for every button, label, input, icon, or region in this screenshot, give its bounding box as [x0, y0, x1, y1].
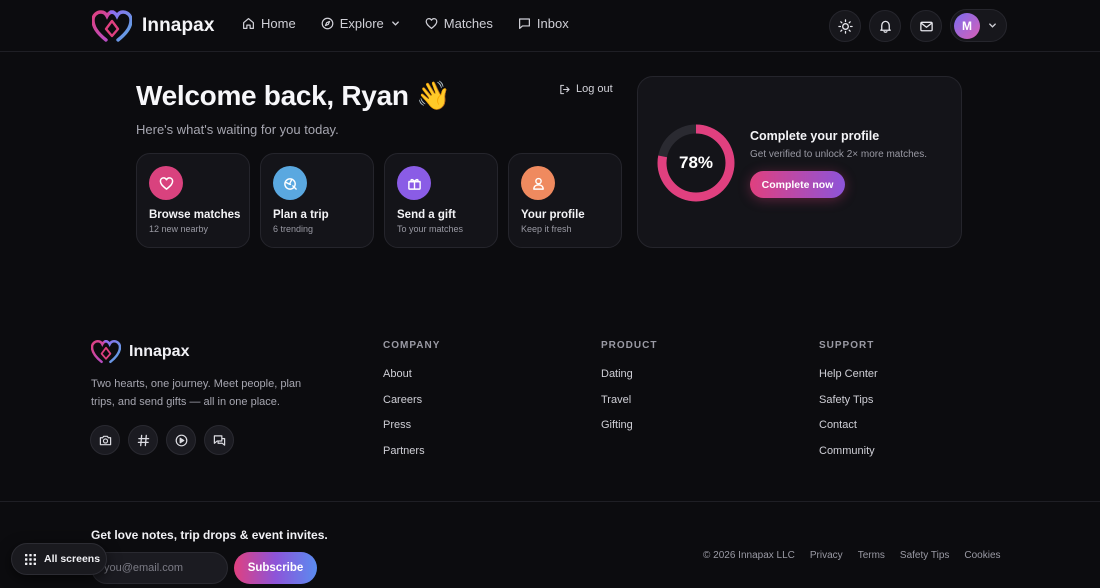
card-title: Browse matches	[149, 209, 241, 221]
page-subtitle: Here's what's waiting for you today.	[136, 122, 339, 137]
hashtag-icon	[137, 434, 149, 446]
social-community-button[interactable]	[204, 425, 234, 455]
nav-inbox-label: Inbox	[536, 16, 569, 31]
messages-button[interactable]	[910, 10, 942, 42]
subscribe-button[interactable]: Subscribe	[234, 552, 317, 584]
bell-icon	[879, 20, 891, 33]
user-icon	[532, 177, 544, 190]
legal-link-safety-tips[interactable]: Safety Tips	[900, 550, 949, 561]
chat-icon	[213, 434, 225, 446]
card-subtitle: Keep it fresh	[521, 224, 572, 234]
card-send-gift[interactable]: Send a gift To your matches	[384, 153, 498, 248]
double-heart-logo-icon	[92, 10, 132, 42]
card-subtitle: 6 trending	[273, 224, 314, 234]
legal-link-terms[interactable]: Terms	[858, 550, 885, 561]
nav-matches[interactable]: Matches	[425, 16, 493, 31]
card-browse-matches[interactable]: Browse matches 12 new nearby	[136, 153, 250, 248]
footer-link-press[interactable]: Press	[383, 419, 440, 445]
sun-icon	[837, 18, 853, 34]
heart-icon	[159, 176, 173, 190]
grid-icon	[25, 553, 36, 565]
card-title: Your profile	[521, 209, 585, 221]
footer-brand-name: Innapax	[129, 342, 190, 360]
profile-panel-title: Complete your profile	[750, 129, 880, 143]
theme-toggle-button[interactable]	[829, 10, 861, 42]
card-title: Send a gift	[397, 209, 456, 221]
message-icon	[518, 18, 530, 29]
footer-tagline: Two hearts, one journey. Meet people, pl…	[91, 378, 302, 408]
page-title: Welcome back, Ryan 👋	[136, 80, 451, 111]
footer-link-help-center[interactable]: Help Center	[819, 368, 878, 394]
newsletter-email-input[interactable]	[91, 552, 228, 584]
nav-home-label: Home	[261, 16, 296, 31]
footer-column-heading: COMPANY	[383, 340, 441, 351]
profile-completion-panel: 78% Complete your profile Get verified t…	[637, 76, 962, 248]
footer-link-safety-tips[interactable]: Safety Tips	[819, 394, 878, 420]
footer-link-partners[interactable]: Partners	[383, 445, 440, 471]
legal-link-cookies[interactable]: Cookies	[964, 550, 1000, 561]
footer-link-community[interactable]: Community	[819, 445, 878, 471]
legal-link-privacy[interactable]: Privacy	[810, 550, 843, 561]
complete-now-button[interactable]: Complete now	[750, 171, 845, 198]
card-icon-badge	[521, 166, 555, 200]
gift-icon	[407, 178, 421, 190]
copyright-text: © 2026 Innapax LLC	[703, 550, 795, 561]
heart-icon	[425, 18, 438, 29]
nav-explore[interactable]: Explore	[321, 16, 400, 31]
chevron-down-icon	[391, 21, 399, 26]
card-plan-trip[interactable]: Plan a trip 6 trending	[260, 153, 374, 248]
footer-column-support: SUPPORT Help Center Safety Tips Contact …	[819, 340, 878, 470]
card-subtitle: To your matches	[397, 224, 464, 234]
top-header: Innapax Home Explore Matches Inbox M	[0, 0, 1100, 52]
nav-inbox[interactable]: Inbox	[518, 16, 569, 31]
mail-icon	[919, 21, 933, 31]
main-nav: Home Explore Matches Inbox	[242, 16, 594, 31]
card-title: Plan a trip	[273, 209, 329, 221]
card-your-profile[interactable]: Your profile Keep it fresh	[508, 153, 622, 248]
footer-legal-bar: © 2026 Innapax LLC Privacy Terms Safety …	[703, 550, 1001, 561]
camera-icon	[99, 435, 111, 445]
footer-link-travel[interactable]: Travel	[601, 394, 657, 420]
footer-link-about[interactable]: About	[383, 368, 440, 394]
profile-panel-subtitle: Get verified to unlock 2× more matches.	[750, 149, 928, 160]
footer-link-contact[interactable]: Contact	[819, 419, 878, 445]
nav-home[interactable]: Home	[242, 16, 296, 31]
newsletter-title: Get love notes, trip drops & event invit…	[91, 528, 328, 542]
footer-link-careers[interactable]: Careers	[383, 394, 440, 420]
avatar: M	[954, 12, 980, 39]
account-menu[interactable]: M	[950, 9, 1007, 42]
social-video-button[interactable]	[166, 425, 196, 455]
footer-link-gifting[interactable]: Gifting	[601, 419, 657, 445]
progress-percent: 78%	[678, 153, 714, 172]
social-instagram-button[interactable]	[90, 425, 120, 455]
compass-icon	[321, 17, 334, 30]
footer-column-heading: SUPPORT	[819, 340, 875, 351]
notifications-button[interactable]	[869, 10, 901, 42]
all-screens-label: All screens	[44, 553, 101, 565]
play-icon	[175, 434, 187, 446]
nav-explore-label: Explore	[339, 16, 384, 31]
footer-column-product: PRODUCT Dating Travel Gifting	[601, 340, 657, 445]
card-icon-badge	[149, 166, 183, 200]
brand-logo[interactable]: Innapax	[92, 9, 215, 43]
card-icon-badge	[273, 166, 307, 200]
footer-divider	[0, 501, 1100, 502]
footer-column-company: COMPANY About Careers Press Partners	[383, 340, 440, 470]
double-heart-logo-icon	[91, 339, 121, 364]
logout-icon	[560, 84, 570, 94]
all-screens-button[interactable]: All screens	[11, 543, 107, 575]
card-icon-badge	[397, 166, 431, 200]
card-subtitle: 12 new nearby	[149, 224, 209, 234]
footer-link-dating[interactable]: Dating	[601, 368, 657, 394]
home-icon	[243, 18, 254, 29]
nav-matches-label: Matches	[443, 16, 493, 31]
plane-globe-icon	[283, 177, 297, 190]
footer-logo[interactable]: Innapax	[91, 339, 189, 364]
social-hashtag-button[interactable]	[128, 425, 158, 455]
chevron-down-icon	[989, 23, 996, 28]
logout-button[interactable]: Log out	[559, 83, 613, 95]
brand-name: Innapax	[142, 15, 215, 36]
footer-column-heading: PRODUCT	[601, 340, 658, 351]
logout-label: Log out	[576, 83, 613, 95]
